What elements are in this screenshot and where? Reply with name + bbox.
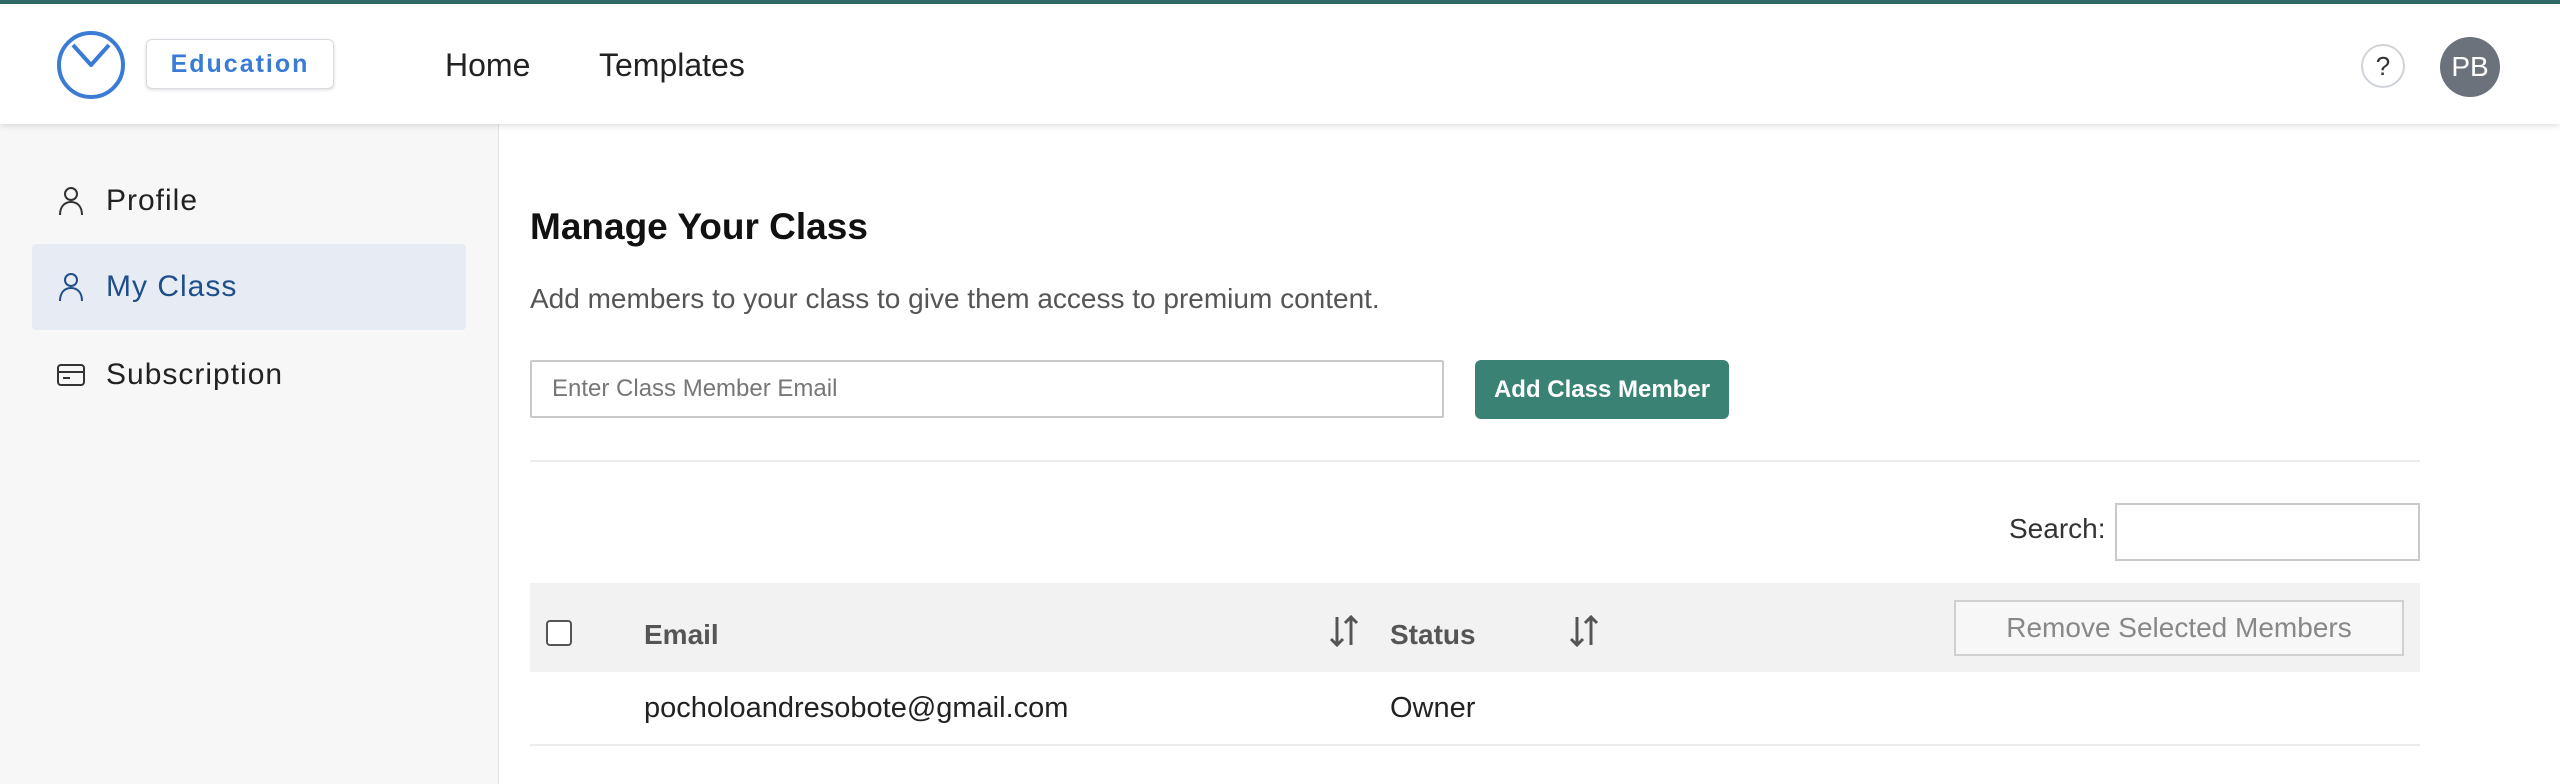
class-member-email-input[interactable] xyxy=(530,360,1444,418)
sort-arrows-icon[interactable] xyxy=(1328,613,1360,649)
sidebar-item-my-class[interactable]: My Class xyxy=(32,244,466,330)
remove-selected-members-button[interactable]: Remove Selected Members xyxy=(1954,600,2404,656)
clock-logo-icon[interactable] xyxy=(55,29,127,101)
add-class-member-button[interactable]: Add Class Member xyxy=(1475,360,1729,419)
member-status: Owner xyxy=(1390,692,1476,724)
member-email: pocholoandresobote@gmail.com xyxy=(644,692,1069,724)
sidebar-item-label: Subscription xyxy=(106,358,284,391)
person-icon xyxy=(56,272,86,302)
search-label: Search: xyxy=(2009,513,2106,544)
help-button[interactable]: ? xyxy=(2361,44,2405,88)
sidebar-item-label: Profile xyxy=(106,184,199,217)
nav-templates-link[interactable]: Templates xyxy=(599,45,745,85)
page-subtitle: Add members to your class to give them a… xyxy=(530,283,1380,314)
select-all-checkbox[interactable] xyxy=(546,620,572,646)
table-row: pocholoandresobote@gmail.com Owner xyxy=(530,672,2420,746)
column-header-email[interactable]: Email xyxy=(644,619,719,651)
user-avatar[interactable]: PB xyxy=(2440,37,2500,97)
table-header: Email Status Remove Selected Members xyxy=(530,583,2420,672)
page-title: Manage Your Class xyxy=(530,206,868,247)
sidebar-item-label: My Class xyxy=(106,270,238,303)
sidebar-item-subscription[interactable]: Subscription xyxy=(32,332,466,418)
column-header-status[interactable]: Status xyxy=(1390,619,1476,651)
person-icon xyxy=(56,186,86,216)
sidebar-item-profile[interactable]: Profile xyxy=(32,158,466,244)
sidebar: Profile My Class Subscription xyxy=(0,124,499,784)
credit-card-icon xyxy=(56,360,86,390)
education-badge: Education xyxy=(146,39,334,89)
sort-arrows-icon[interactable] xyxy=(1568,613,1600,649)
section-divider xyxy=(530,460,2420,462)
top-header: Education Home Templates ? PB xyxy=(0,4,2560,124)
nav-home-link[interactable]: Home xyxy=(445,45,530,85)
table-search-input[interactable] xyxy=(2115,503,2420,561)
